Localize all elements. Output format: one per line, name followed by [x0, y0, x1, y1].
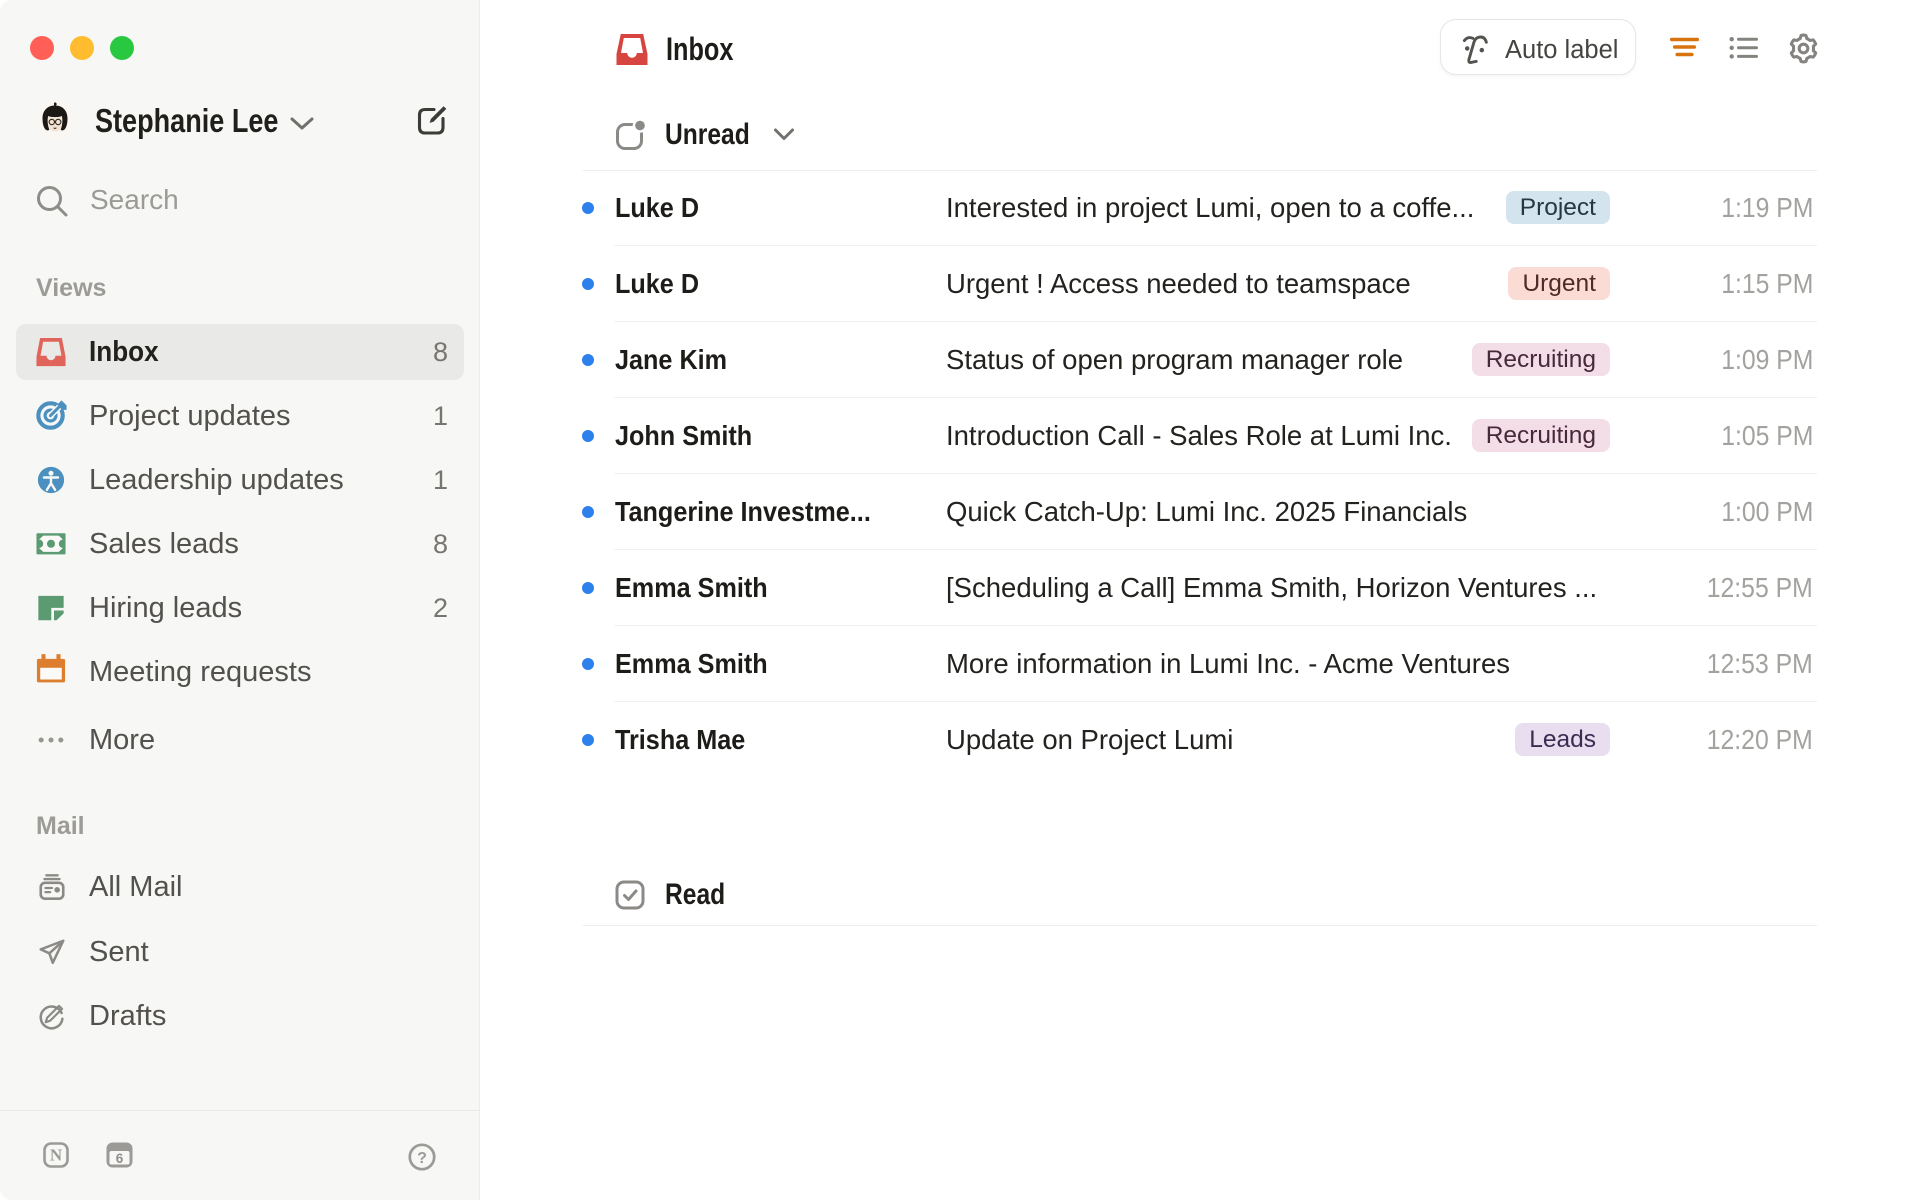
svg-text:N: N: [50, 1146, 63, 1165]
svg-text:?: ?: [417, 1150, 427, 1167]
svg-text:6: 6: [116, 1151, 124, 1166]
